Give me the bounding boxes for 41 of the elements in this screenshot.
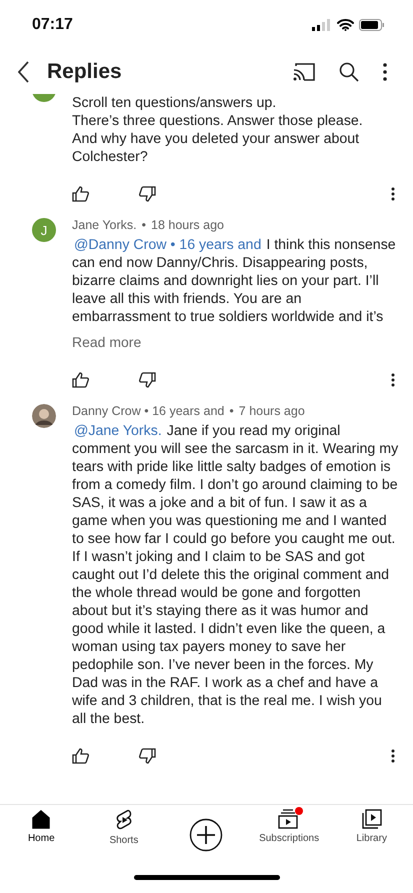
dislike-icon[interactable] — [139, 186, 156, 202]
add-icon — [189, 818, 224, 852]
home-icon — [31, 809, 52, 829]
mention-link[interactable]: @Danny Crow • 16 years and — [74, 237, 262, 253]
avatar: J — [32, 218, 56, 242]
search-icon[interactable] — [339, 62, 359, 82]
home-tab[interactable]: Home — [0, 809, 83, 861]
comment-author[interactable]: Jane Yorks. — [72, 218, 137, 232]
library-tab[interactable]: Library — [330, 809, 413, 861]
library-icon — [362, 809, 382, 829]
page-title: Replies — [47, 60, 122, 84]
avatar — [32, 404, 56, 428]
more-icon[interactable] — [383, 63, 387, 81]
shorts-tab[interactable]: Shorts — [82, 809, 166, 861]
dislike-icon[interactable] — [139, 748, 156, 764]
separator-dot: • — [142, 218, 146, 232]
like-icon[interactable] — [72, 748, 89, 764]
wifi-icon — [337, 19, 354, 31]
signal-icon — [312, 19, 332, 31]
status-time: 07:17 — [32, 16, 73, 34]
more-icon[interactable] — [391, 373, 395, 387]
shorts-icon — [114, 809, 134, 831]
battery-icon — [359, 19, 385, 31]
comment-author[interactable]: Danny Crow • 16 years and — [72, 404, 224, 418]
comment-time: 7 hours ago — [238, 404, 305, 418]
comment-text: @Jane Yorks. Jane if you read my original comment you will see the sarcasm in it. Wearing my tears with pride like little salty badges of emotion is from a comedy film. I don’t go around claiming to be SAS, it was a joke and a bit of fun. I saw it as a game when you was questioning me and I wanted to see how far I could go before you caught me out. If I wasn’t joking and I claim to be SAS and got caught out I’d delete this the original comment and the whole thread would be gone and forgotten about but it’s staying there as it was humor and good while it lasted. I didn’t even like the queen, a woman using tax payers money to save her pedophile son. I’ve never been in the forces. My Dad was in the RAF. I work as a chef and have a wife and 3 children, that is the real me. I wish you all the best. — [72, 422, 399, 728]
more-icon[interactable] — [391, 749, 395, 763]
mention-link[interactable]: @Jane Yorks. — [74, 423, 162, 439]
dislike-icon[interactable] — [139, 372, 156, 388]
comment-time: 18 hours ago — [151, 218, 224, 232]
subscriptions-icon — [278, 809, 300, 829]
read-more-link[interactable]: Read more — [72, 334, 142, 350]
comment-text: Scroll ten questions/answers up. There’s three questions. Answer those please. And why have you deleted your answer about Colchester? — [72, 94, 364, 166]
more-icon[interactable] — [391, 187, 395, 201]
like-icon[interactable] — [72, 186, 89, 202]
cast-icon[interactable] — [293, 63, 315, 81]
back-icon[interactable] — [18, 61, 30, 83]
separator-dot: • — [229, 404, 234, 418]
like-icon[interactable] — [72, 372, 89, 388]
comment-text: @Danny Crow • 16 years and I think this nonsense can end now Danny/Chris. Disappearing posts, bizarre claims and downright lies on your part. I’ll leave all this with friends. You are an embarrassment to true soldiers worldwide and it’s — [72, 236, 397, 326]
subscriptions-tab[interactable]: Subscriptions — [248, 809, 330, 861]
